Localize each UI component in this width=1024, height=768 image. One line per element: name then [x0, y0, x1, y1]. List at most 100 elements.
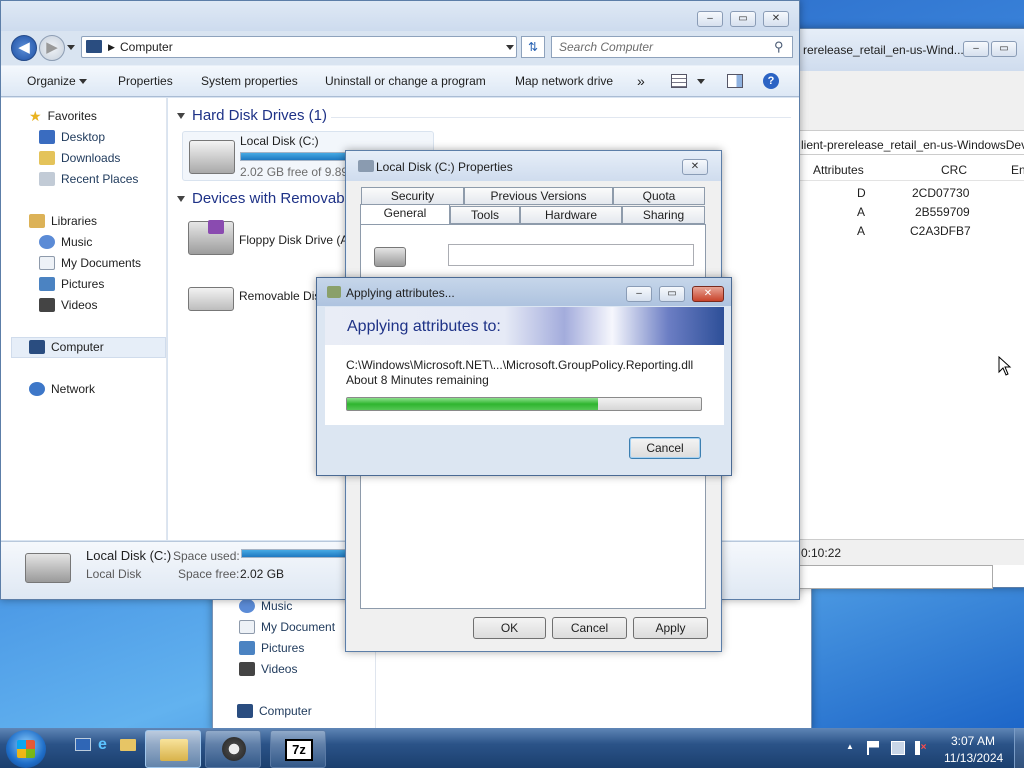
taskbar-explorer-button[interactable]	[145, 730, 201, 768]
tab-sharing[interactable]: Sharing	[622, 206, 705, 224]
progress-cancel-button[interactable]: Cancel	[629, 437, 701, 459]
show-desktop-button[interactable]	[1014, 728, 1024, 768]
archive-maximize-button[interactable]: ▭	[991, 41, 1017, 57]
progress-title-bar: Applying attributes... – ▭ ✕	[317, 278, 731, 306]
computer-icon	[237, 704, 253, 718]
column-encrypted[interactable]: En	[1011, 163, 1024, 177]
back-button[interactable]: ◀	[11, 35, 37, 61]
close-button[interactable]: ✕	[763, 11, 789, 27]
action-center-flag-icon[interactable]	[867, 741, 879, 755]
removable-drive-icon	[188, 287, 234, 311]
maximize-button[interactable]: ▭	[730, 11, 756, 27]
tab-previous-versions[interactable]: Previous Versions	[464, 187, 613, 205]
more-commands-button[interactable]: »	[637, 73, 645, 89]
address-bar[interactable]: ▶ Computer	[81, 36, 517, 58]
properties-cancel-button[interactable]: Cancel	[552, 617, 627, 639]
properties-ok-button[interactable]: OK	[473, 617, 546, 639]
tab-tools[interactable]: Tools	[450, 206, 520, 224]
quicklaunch-folder-icon[interactable]	[120, 739, 136, 751]
details-space-used-label: Space used:	[173, 549, 240, 563]
nav-my-documents[interactable]: My Documents	[39, 253, 141, 273]
clock-date[interactable]: 11/13/2024	[944, 751, 1003, 765]
archive-path-bar[interactable]: lient-prerelease_retail_en-us-WindowsDev	[783, 135, 1024, 155]
tab-hardware[interactable]: Hardware	[520, 206, 622, 224]
details-space-bar	[241, 549, 351, 558]
organize-button[interactable]: Organize	[27, 73, 76, 89]
pictures-icon	[39, 277, 55, 291]
drive-floppy[interactable]: Floppy Disk Drive (A	[182, 217, 352, 263]
nav-pictures[interactable]: Pictures	[39, 274, 104, 294]
document-icon	[239, 620, 255, 634]
table-row[interactable]: A C2A3DFB7	[783, 222, 1024, 241]
help-icon[interactable]: ?	[763, 73, 779, 89]
volume-muted-icon[interactable]: ×	[915, 741, 927, 755]
uninstall-program-button[interactable]: Uninstall or change a program	[325, 73, 486, 89]
clock-time[interactable]: 3:07 AM	[951, 734, 995, 748]
nav-favorites[interactable]: ★ Favorites	[29, 106, 97, 126]
properties-apply-button[interactable]: Apply	[633, 617, 708, 639]
properties-close-button[interactable]: ✕	[682, 159, 708, 175]
nav-desktop[interactable]: Desktop	[39, 127, 105, 147]
start-button[interactable]	[6, 730, 46, 768]
address-dropdown-icon[interactable]	[506, 45, 514, 50]
progress-minimize-button[interactable]: –	[626, 286, 652, 302]
bg-nav-documents[interactable]: My Document	[239, 617, 335, 637]
change-view-icon[interactable]	[671, 74, 687, 88]
nav-downloads[interactable]: Downloads	[39, 148, 120, 168]
removable-name: Removable Dis	[239, 289, 321, 303]
tab-quota[interactable]: Quota	[613, 187, 705, 205]
progress-maximize-button[interactable]: ▭	[659, 286, 685, 302]
archive-column-header: Attributes CRC En	[783, 159, 1024, 181]
search-input[interactable]: Search Computer ⚲	[551, 36, 793, 58]
properties-title-bar: Local Disk (C:) Properties ✕	[346, 151, 721, 181]
volume-label-field[interactable]	[448, 244, 694, 266]
search-icon: ⚲	[774, 39, 784, 54]
tab-security[interactable]: Security	[361, 187, 464, 205]
group-hard-disk-drives[interactable]: Hard Disk Drives (1)	[177, 107, 327, 124]
progress-banner: Applying attributes to:	[325, 307, 724, 345]
archive-minimize-button[interactable]: –	[963, 41, 989, 57]
bg-nav-pictures[interactable]: Pictures	[239, 638, 304, 658]
bg-nav-computer[interactable]: Computer	[237, 701, 312, 721]
preview-pane-icon[interactable]	[727, 74, 743, 88]
view-dropdown-icon[interactable]	[697, 79, 705, 84]
progress-title: Applying attributes...	[346, 286, 455, 300]
progress-time-remaining: About 8 Minutes remaining	[346, 373, 489, 387]
progress-title-icon	[327, 286, 341, 298]
forward-button[interactable]: ▶	[39, 35, 65, 61]
properties-button[interactable]: Properties	[118, 73, 173, 89]
map-network-drive-button[interactable]: Map network drive	[515, 73, 613, 89]
minimize-button[interactable]: –	[697, 11, 723, 27]
pictures-icon	[239, 641, 255, 655]
details-drive-name: Local Disk (C:)	[86, 548, 172, 563]
videos-icon	[39, 298, 55, 312]
details-drive-icon	[25, 553, 71, 583]
bg-nav-videos[interactable]: Videos	[239, 659, 297, 679]
nav-recent-places[interactable]: Recent Places	[39, 169, 138, 189]
quicklaunch-show-desktop-icon[interactable]	[75, 738, 91, 751]
tab-general[interactable]: General	[360, 204, 450, 226]
recent-places-icon	[39, 172, 55, 186]
network-tray-icon[interactable]	[891, 741, 905, 755]
local-disk-name: Local Disk (C:)	[240, 134, 319, 148]
show-hidden-icons-button[interactable]: ▲	[846, 742, 854, 751]
archive-status-time: 0:10:22	[801, 546, 842, 560]
refresh-button[interactable]: ⇅	[521, 36, 545, 58]
system-properties-button[interactable]: System properties	[201, 73, 298, 89]
history-dropdown-icon[interactable]	[67, 45, 75, 50]
nav-network[interactable]: Network	[29, 379, 95, 399]
organize-dropdown-icon	[79, 79, 87, 84]
group-removable-devices[interactable]: Devices with Removable	[177, 190, 356, 207]
column-crc[interactable]: CRC	[941, 163, 967, 177]
nav-computer[interactable]: Computer	[29, 337, 104, 357]
table-row[interactable]: D 2CD07730	[783, 184, 1024, 203]
table-row[interactable]: A 2B559709	[783, 203, 1024, 222]
nav-libraries[interactable]: Libraries	[29, 211, 97, 231]
nav-videos[interactable]: Videos	[39, 295, 97, 315]
quicklaunch-ie-icon[interactable]: e	[98, 736, 107, 754]
nav-music[interactable]: Music	[39, 232, 92, 252]
taskbar-7zip-button[interactable]: 7z	[270, 730, 326, 768]
column-attributes[interactable]: Attributes	[813, 163, 864, 177]
progress-close-button[interactable]: ✕	[692, 286, 724, 302]
taskbar-app-button[interactable]	[205, 730, 261, 768]
